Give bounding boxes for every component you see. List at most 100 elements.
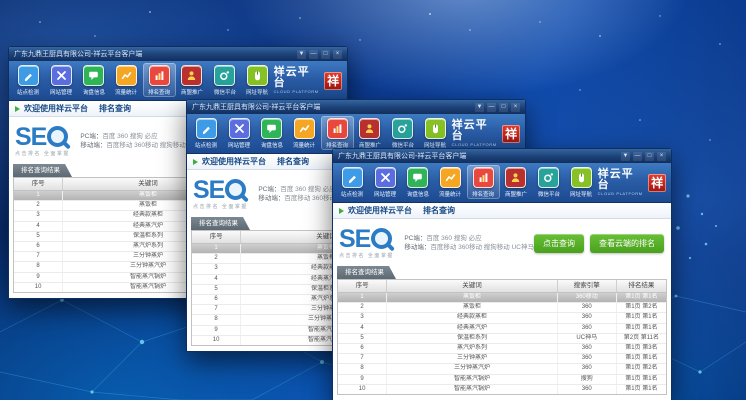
toolbar-item-wechat[interactable]: 微信平台 — [386, 116, 419, 150]
cell-no: 4 — [192, 275, 241, 284]
toolbar-label: 流量统计 — [115, 87, 137, 95]
cell-no: 1 — [14, 191, 63, 200]
close-button[interactable]: × — [333, 50, 342, 59]
cell-keyword: 三分钟蒸炉 — [387, 354, 558, 363]
toolbar-item-site-check[interactable]: 站点检测 — [336, 165, 369, 199]
toolbar-item-site-check[interactable]: 站点检测 — [12, 63, 45, 97]
cell-result: 第1页 第1名 — [617, 375, 666, 384]
toolbar-label: 流量统计 — [439, 189, 461, 197]
table-row[interactable]: 7三分钟蒸炉360第1页 第1名 — [338, 354, 666, 364]
cell-no: 4 — [338, 324, 387, 333]
toolbar-item-site-nav[interactable]: 网址导航 — [419, 116, 452, 150]
close-button[interactable]: × — [511, 103, 520, 112]
site-check-icon — [196, 118, 217, 139]
cell-keyword: 蒸饭柜 — [387, 293, 558, 302]
toolbar-item-site-manage[interactable]: 网站管理 — [369, 165, 402, 199]
table-row[interactable]: 3经典款蒸柜360第1页 第1名 — [338, 313, 666, 323]
table-row[interactable]: 9智能蒸汽锅炉搜狗第1页 第1名 — [338, 375, 666, 385]
toolbar-item-inquiry[interactable]: 询盘信息 — [401, 165, 434, 199]
maximize-button[interactable]: □ — [499, 103, 508, 112]
toolbar-label: 网站管理 — [50, 87, 72, 95]
toolbar-item-traffic[interactable]: 流量统计 — [288, 116, 321, 150]
table-row[interactable]: 2蒸饭柜360第1页 第2名 — [338, 303, 666, 313]
table-row[interactable]: 10智能蒸汽锅炉360第1页 第1名 — [338, 385, 666, 394]
pc-engines-label: PC端： — [80, 133, 102, 140]
cell-engine: 360 — [558, 324, 617, 333]
table-row[interactable]: 4经典蒸汽炉360第1页 第1名 — [338, 324, 666, 334]
table-row[interactable]: 8三分钟蒸汽炉360第1页 第2名 — [338, 364, 666, 374]
toolbar-item-traffic[interactable]: 流量统计 — [434, 165, 467, 199]
toolbar-item-traffic[interactable]: 流量统计 — [110, 63, 143, 97]
tab-rank-results[interactable]: 排名查询结果 — [337, 266, 396, 279]
toolbar-item-rank-query[interactable]: 排名查询 — [467, 165, 500, 199]
cell-no: 9 — [338, 375, 387, 384]
cell-no: 2 — [14, 201, 63, 210]
skin-button[interactable]: ▼ — [621, 152, 630, 161]
cell-keyword: 智能蒸汽锅炉 — [387, 375, 558, 384]
brand-subtitle: CLOUD PLATFORM — [598, 192, 646, 196]
table-row[interactable]: 5保温柜系列UC神马第2页 第11名 — [338, 334, 666, 344]
toolbar-label: 商盟推广 — [181, 87, 203, 95]
toolbar-item-promotion[interactable]: 商盟推广 — [176, 63, 209, 97]
magnifier-icon — [371, 228, 394, 251]
toolbar-item-inquiry[interactable]: 询盘信息 — [255, 116, 288, 150]
title-bar[interactable]: 广东九鼎王厨具有限公司-祥云平台客户端 ▼ — □ × — [187, 100, 525, 114]
minimize-button[interactable]: — — [633, 152, 642, 161]
close-button[interactable]: × — [657, 152, 666, 161]
toolbar-item-rank-query[interactable]: 排名查询 — [143, 63, 176, 97]
toolbar-item-rank-query[interactable]: 排名查询 — [321, 116, 354, 150]
cell-no: 1 — [192, 244, 241, 253]
title-bar[interactable]: 广东九鼎王厨具有限公司-祥云平台客户端 ▼ — □ × — [333, 149, 671, 163]
query-button[interactable]: 点击查询 — [534, 234, 584, 253]
cell-no: 7 — [14, 252, 63, 261]
cell-no: 1 — [338, 293, 387, 302]
tab-rank-results[interactable]: 排名查询结果 — [13, 164, 72, 177]
table-header-row: 序号 关键词 搜索引擎 排名结果 — [338, 280, 666, 293]
page-title: 排名查询 — [277, 156, 309, 167]
column-header-no: 序号 — [338, 280, 387, 292]
table-row[interactable]: 6蒸汽炉系列360第1页 第3名 — [338, 344, 666, 354]
mobile-engines-label: 移动端： — [80, 142, 106, 149]
toolbar-item-promotion[interactable]: 商盟推广 — [500, 165, 533, 199]
toolbar-item-site-check[interactable]: 站点检测 — [190, 116, 223, 150]
skin-button[interactable]: ▼ — [297, 50, 306, 59]
magnifier-icon — [47, 126, 70, 149]
toolbar-item-wechat[interactable]: 微信平台 — [208, 63, 241, 97]
toolbar-item-site-nav[interactable]: 网址导航 — [565, 165, 598, 199]
maximize-button[interactable]: □ — [645, 152, 654, 161]
minimize-button[interactable]: — — [487, 103, 496, 112]
cell-engine: 360 — [558, 385, 617, 394]
tab-rank-results[interactable]: 排名查询结果 — [191, 217, 250, 230]
toolbar-item-site-nav[interactable]: 网址导航 — [241, 63, 274, 97]
play-icon — [193, 159, 198, 165]
title-bar[interactable]: 广东九鼎王厨具有限公司-祥云平台客户端 ▼ — □ × — [9, 47, 347, 61]
site-check-icon — [342, 167, 363, 188]
cell-engine: 360 — [558, 344, 617, 353]
cell-no: 3 — [192, 264, 241, 273]
skin-button[interactable]: ▼ — [475, 103, 484, 112]
cell-no: 8 — [192, 315, 241, 324]
results-table: 序号 关键词 搜索引擎 排名结果 1蒸饭柜360移动第1页 第1名2蒸饭柜360… — [337, 279, 667, 395]
toolbar-item-promotion[interactable]: 商盟推广 — [354, 116, 387, 150]
toolbar-label: 排名查询 — [472, 189, 494, 197]
seo-logo-text: SE — [339, 228, 370, 250]
maximize-button[interactable]: □ — [321, 50, 330, 59]
view-cloud-rank-button[interactable]: 查看云端的排名 — [590, 234, 664, 253]
cell-result: 第1页 第1名 — [617, 385, 666, 394]
site-manage-icon — [51, 65, 72, 86]
toolbar-item-site-manage[interactable]: 网站管理 — [45, 63, 78, 97]
cell-no: 10 — [338, 385, 387, 394]
minimize-button[interactable]: — — [309, 50, 318, 59]
app-window-3[interactable]: 广东九鼎王厨具有限公司-祥云平台客户端 ▼ — □ × 站点检测 网站管理 — [332, 148, 672, 400]
wechat-icon — [392, 118, 413, 139]
seo-logo: SE 点击排名 全面掌握 — [15, 126, 78, 157]
toolbar-item-site-manage[interactable]: 网站管理 — [223, 116, 256, 150]
cell-keyword: 蒸饭柜 — [387, 303, 558, 312]
table-row[interactable]: 1蒸饭柜360移动第1页 第1名 — [338, 293, 666, 303]
toolbar-item-inquiry[interactable]: 询盘信息 — [77, 63, 110, 97]
toolbar-item-wechat[interactable]: 微信平台 — [532, 165, 565, 199]
brand-badge-icon: 祥 — [502, 125, 520, 143]
toolbar-label: 询盘信息 — [83, 87, 105, 95]
cell-no: 7 — [338, 354, 387, 363]
pc-engines-value: 百度 360 搜狗 必应 — [102, 133, 157, 140]
